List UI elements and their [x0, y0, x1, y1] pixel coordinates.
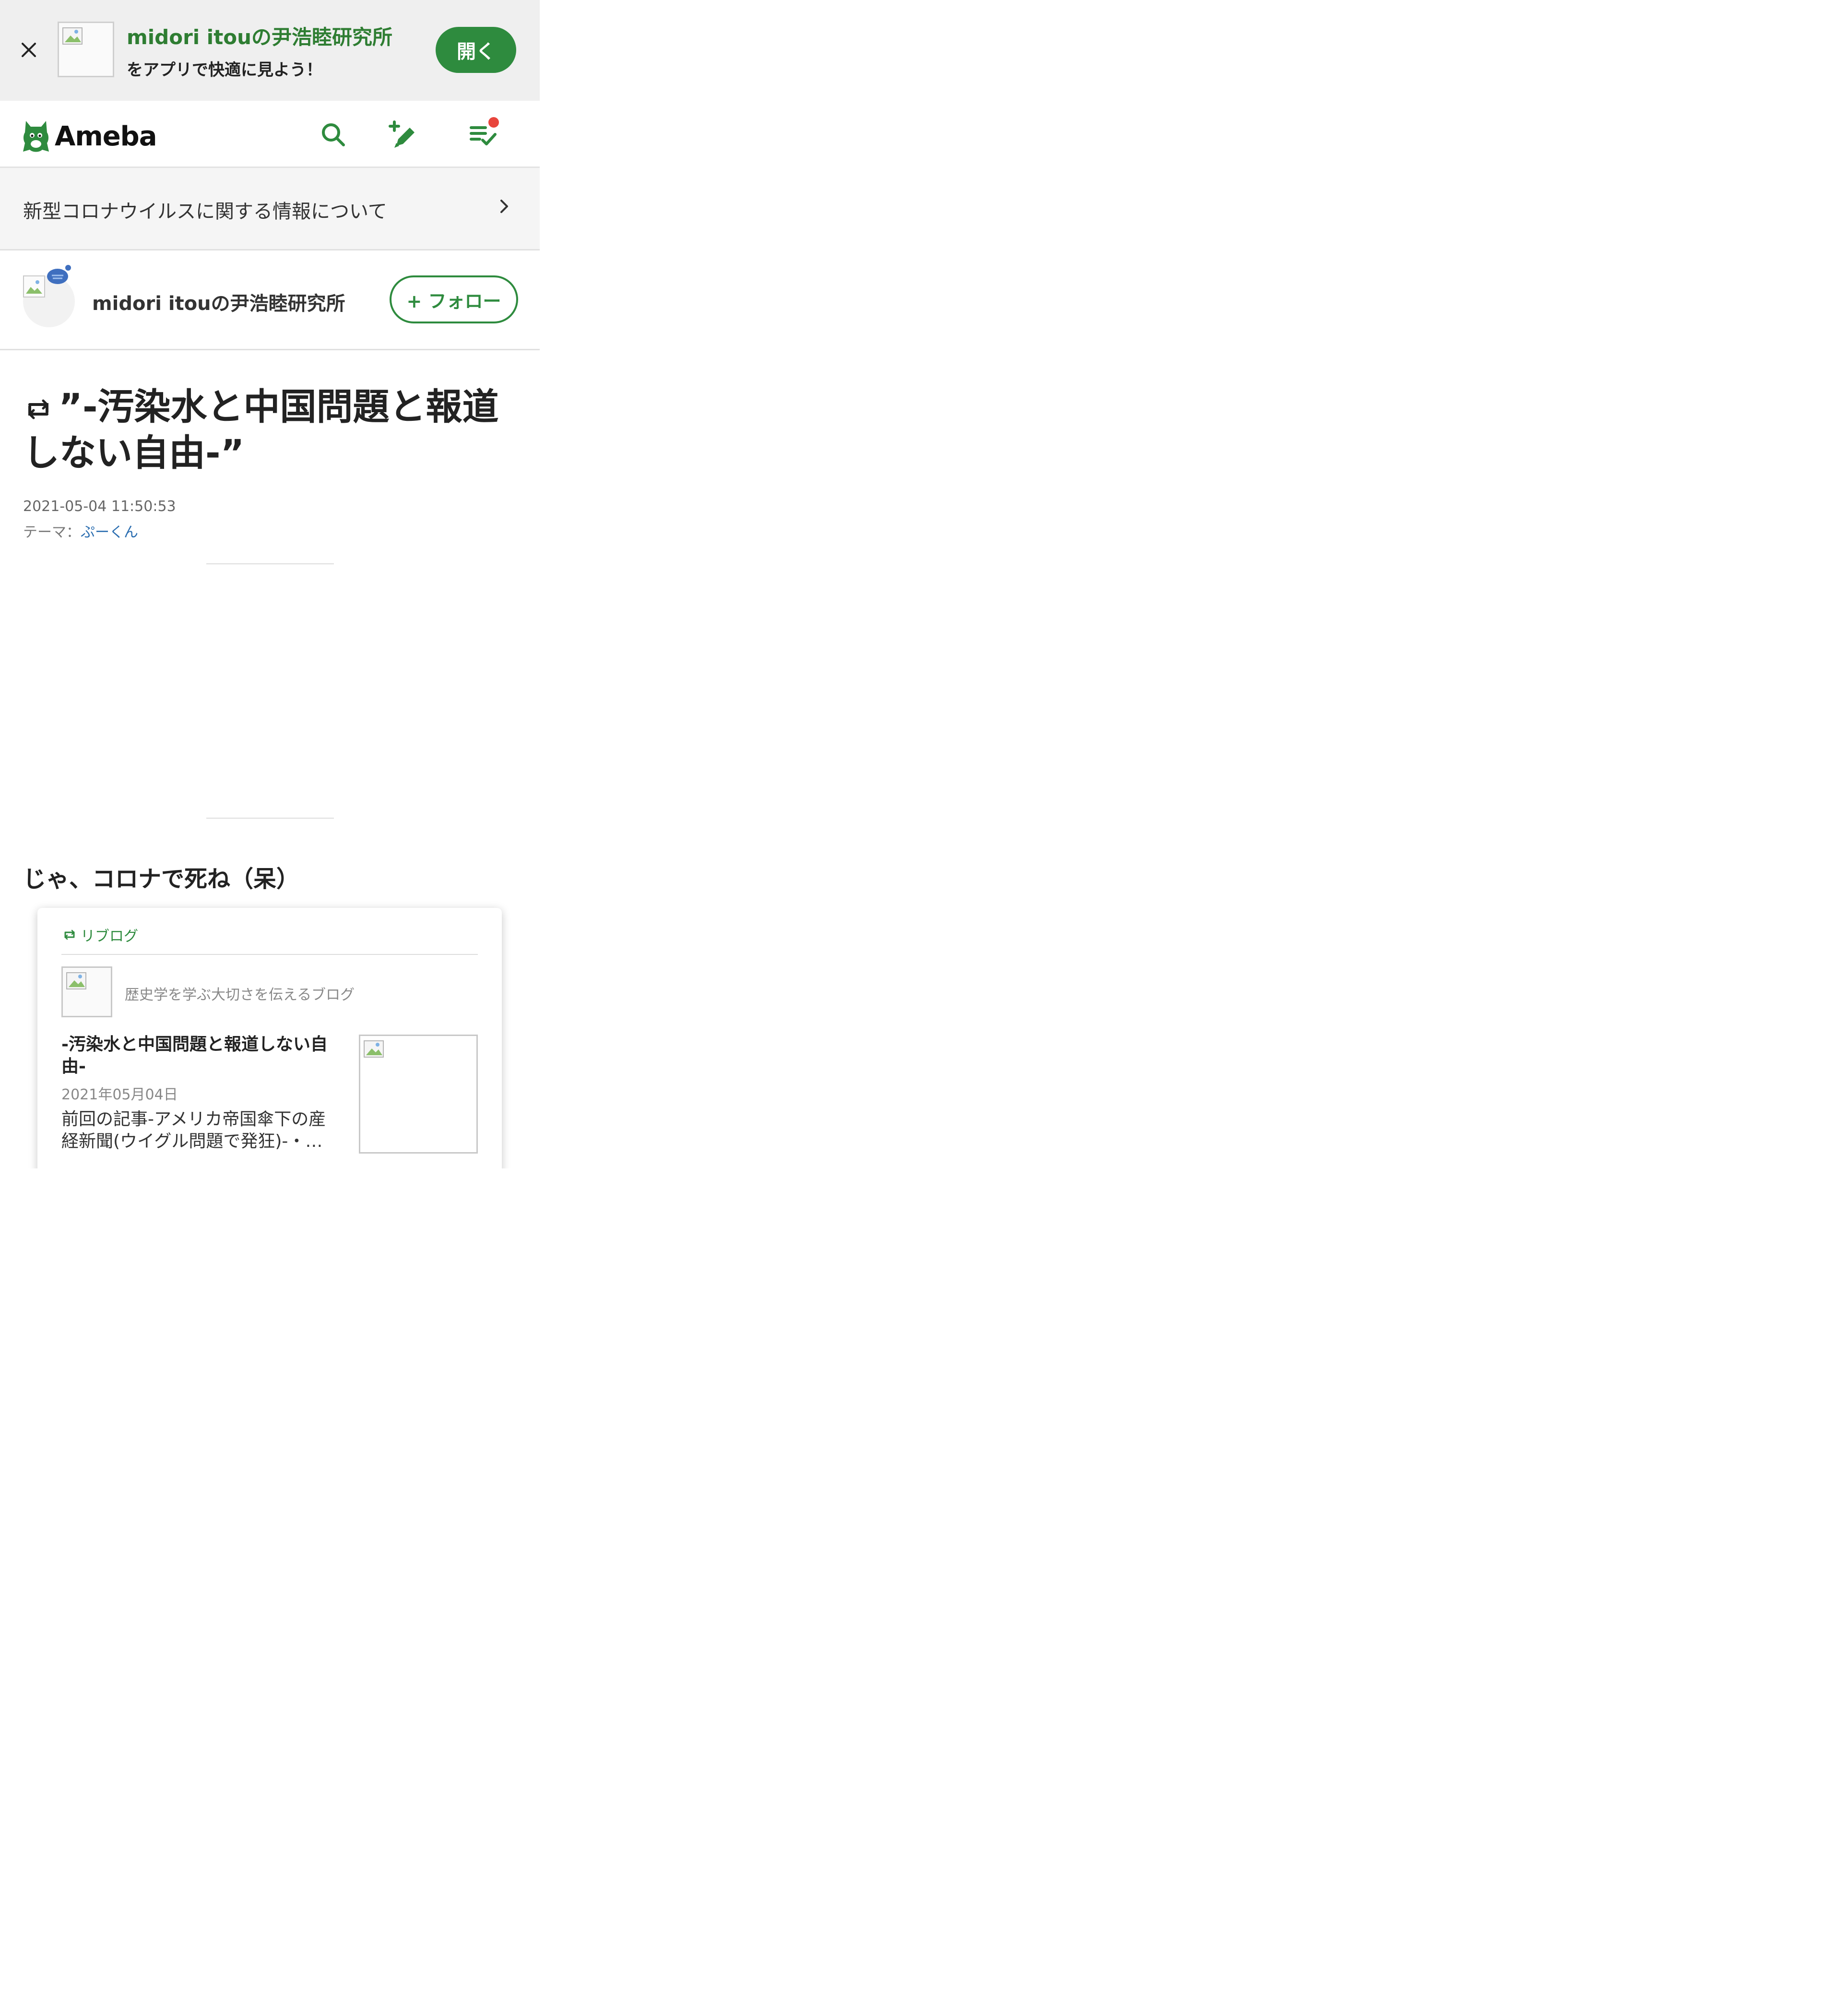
- ad-divider-top: [206, 563, 334, 564]
- source-blog-name: 歴史学を学ぶ大切さを伝えるブログ: [125, 987, 355, 1003]
- app-install-banner: midori itouの尹浩睦研究所 をアプリで快適に見よう！ 開く: [0, 0, 540, 101]
- badge-icon: [47, 265, 71, 284]
- notification-dot: [488, 117, 499, 128]
- blog-info-row: midori itouの尹浩睦研究所 + フォロー: [0, 250, 540, 350]
- article-title-text: ”-汚染水と中国問題と報道しない自由-”: [23, 385, 499, 474]
- reblog-label: リブログ: [81, 928, 138, 945]
- close-icon[interactable]: [16, 37, 41, 62]
- article-body-line: じゃ、コロナで死ね（呆）: [23, 866, 300, 893]
- article-title: ”-汚染水と中国問題と報道しない自由-”: [23, 384, 522, 476]
- broken-image-icon: [23, 275, 45, 298]
- broken-image-icon: [66, 972, 86, 989]
- reblog-image: [359, 1035, 478, 1154]
- theme-label: テーマ：: [23, 524, 81, 541]
- ad-area: [0, 566, 540, 819]
- article-theme: テーマ：ぷーくん: [23, 520, 138, 541]
- reading-list-icon[interactable]: [465, 116, 502, 153]
- logo-text: Ameba: [55, 120, 157, 152]
- reblog-title: -汚染水と中国問題と報道しない自由-: [61, 1035, 328, 1076]
- card-divider: [61, 954, 478, 955]
- page-content: midori itouの尹浩睦研究所 をアプリで快適に見よう！ 開く Ameba…: [0, 0, 540, 1168]
- ad-divider-bottom: [206, 818, 334, 819]
- open-app-button[interactable]: 開く: [436, 27, 516, 73]
- reblog-date: 2021年05月04日: [61, 1086, 178, 1103]
- banner-subtitle: をアプリで快適に見よう！: [127, 60, 322, 80]
- site-header: Ameba: [0, 101, 540, 168]
- reblog-card[interactable]: リブログ 歴史学を学ぶ大切さを伝えるブログ -汚染水と中国問題と報道しない自由-…: [37, 908, 502, 1168]
- reblog-card-header: リブログ: [61, 924, 138, 945]
- reblog-icon: [64, 929, 75, 940]
- reblog-icon: [28, 399, 48, 419]
- write-icon[interactable]: [385, 116, 421, 153]
- chevron-right-icon: [497, 198, 511, 217]
- notice-text: 新型コロナウイルスに関する情報について: [23, 201, 387, 223]
- banner-title: midori itouの尹浩睦研究所: [127, 25, 393, 49]
- covid-notice-link[interactable]: 新型コロナウイルスに関する情報について: [0, 168, 540, 250]
- avatar[interactable]: [23, 265, 75, 327]
- article-date: 2021-05-04 11:50:53: [23, 498, 176, 515]
- source-blog-thumbnail: [61, 966, 112, 1017]
- search-icon[interactable]: [315, 116, 351, 153]
- app-thumbnail: [58, 22, 114, 77]
- ameba-logo[interactable]: Ameba: [21, 117, 157, 155]
- follow-button[interactable]: + フォロー: [390, 275, 518, 323]
- theme-link[interactable]: ぷーくん: [81, 524, 138, 541]
- blog-name[interactable]: midori itouの尹浩睦研究所: [92, 288, 345, 316]
- broken-image-icon: [62, 27, 83, 45]
- broken-image-icon: [364, 1040, 384, 1058]
- reblog-excerpt: 前回の記事-アメリカ帝国傘下の産経新聞(ウイグル問題で発狂)-・…: [61, 1109, 326, 1151]
- ameba-mascot-icon: [23, 121, 49, 152]
